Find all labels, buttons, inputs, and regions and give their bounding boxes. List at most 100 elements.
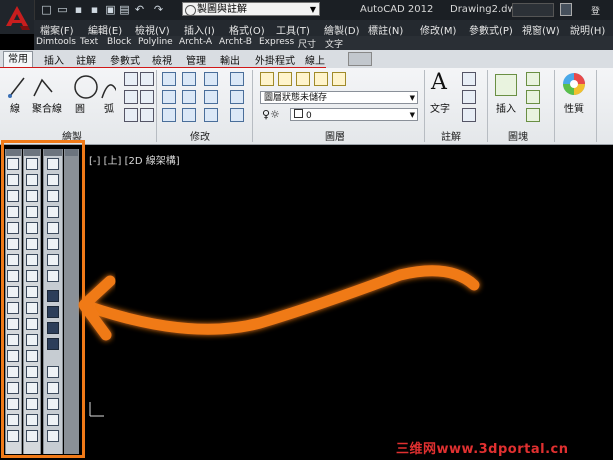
redo-icon[interactable]: ↷ <box>152 3 165 16</box>
tab-home[interactable]: 常用 <box>3 51 33 68</box>
copy-icon[interactable] <box>162 90 176 104</box>
region-icon[interactable] <box>140 108 154 122</box>
rotate-icon[interactable] <box>182 72 196 86</box>
layer-unisolate-icon[interactable] <box>296 72 310 86</box>
menu-bar: 檔案(F) 編輯(E) 檢視(V) 插入(I) 格式(O) 工具(T) 繪製(D… <box>34 20 613 37</box>
save-icon[interactable]: ▪ <box>72 3 85 16</box>
menu-text-cn[interactable]: 文字 <box>325 37 343 50</box>
dimension-icon[interactable] <box>462 72 476 86</box>
user-icon[interactable] <box>560 3 572 16</box>
menu-window[interactable]: 視窗(W) <box>522 22 560 37</box>
save-as-icon[interactable]: ▪ <box>88 3 101 16</box>
application-button[interactable] <box>0 0 35 34</box>
boundary-icon[interactable] <box>140 90 154 104</box>
trim-icon[interactable] <box>204 72 218 86</box>
layer-state-dropdown[interactable]: 圖層狀態未儲存 ▼ <box>260 91 418 104</box>
gradient-icon[interactable] <box>140 72 154 86</box>
layer-off-icon[interactable] <box>332 72 346 86</box>
panel-title-block[interactable]: 圖塊 <box>508 128 528 143</box>
tab-view[interactable]: 檢視 <box>152 52 172 67</box>
layer-isolate-icon[interactable] <box>278 72 292 86</box>
menu-modify[interactable]: 修改(M) <box>420 22 456 37</box>
plot-icon[interactable]: ▣ <box>104 3 117 16</box>
tab-insert[interactable]: 插入 <box>44 52 64 67</box>
menu-parametric[interactable]: 參數式(P) <box>469 22 513 37</box>
print-icon[interactable]: ▤ <box>118 3 131 16</box>
polyline-button[interactable]: 聚合線 <box>32 100 62 115</box>
tab-output[interactable]: 輸出 <box>220 52 240 67</box>
line-button[interactable]: 線 <box>10 100 20 115</box>
multileader-icon[interactable] <box>462 90 476 104</box>
fillet-icon[interactable] <box>204 90 218 104</box>
panel-title-annotation[interactable]: 註解 <box>441 128 461 143</box>
menu-dimension[interactable]: 標註(N) <box>368 22 403 37</box>
menu-express[interactable]: Express <box>259 37 294 47</box>
open-file-icon[interactable]: ▭ <box>56 3 69 16</box>
tab-online[interactable]: 線上 <box>305 52 325 67</box>
layer-properties-icon[interactable] <box>260 72 274 86</box>
minimize-ribbon-button[interactable] <box>348 52 372 66</box>
ucs-icon <box>89 402 104 417</box>
menu-archt-b[interactable]: Archt-B <box>219 37 252 47</box>
circle-button[interactable]: 圓 <box>75 100 85 115</box>
panel-separator <box>554 70 555 142</box>
insert-block-icon[interactable] <box>495 74 517 96</box>
tab-manage[interactable]: 管理 <box>186 52 206 67</box>
orange-arrow-annotation <box>78 265 480 341</box>
menu-block[interactable]: Block <box>107 37 131 47</box>
panel-title-modify[interactable]: 修改 <box>190 128 210 143</box>
menu-archt-a[interactable]: Archt-A <box>179 37 212 47</box>
mirror-icon[interactable] <box>182 90 196 104</box>
layer-state-value: 圖層狀態未儲存 <box>264 93 328 103</box>
menu-insert[interactable]: 插入(I) <box>184 22 215 37</box>
panel-separator <box>487 70 488 142</box>
color-wheel-icon[interactable] <box>562 72 586 96</box>
menu-view[interactable]: 檢視(V) <box>135 22 170 37</box>
block-attribute-icon[interactable] <box>526 108 540 122</box>
menu-dimtools[interactable]: Dimtools <box>36 37 76 47</box>
undo-icon[interactable]: ↶ <box>133 3 146 16</box>
tab-annotate[interactable]: 註解 <box>76 52 96 67</box>
app-name: AutoCAD 2012 <box>360 4 434 15</box>
menu-draw[interactable]: 繪製(D) <box>324 22 360 37</box>
workspace-selector[interactable]: 製圖與註解 ▼ <box>182 2 320 16</box>
line-icon <box>9 77 25 97</box>
menu-tools[interactable]: 工具(T) <box>276 22 310 37</box>
menu-format[interactable]: 格式(O) <box>229 22 265 37</box>
menu-edit[interactable]: 編輯(E) <box>88 22 122 37</box>
line-icon-endpoint <box>8 94 12 98</box>
array-icon[interactable] <box>204 108 218 122</box>
rectangle-icon[interactable] <box>124 72 138 86</box>
scale-icon[interactable] <box>182 108 196 122</box>
viewport-controls-label[interactable]: [-] [上] [2D 線架構] <box>89 152 180 167</box>
arc-button[interactable]: 弧 <box>104 100 114 115</box>
menu-file[interactable]: 檔案(F) <box>40 22 74 37</box>
chevron-down-icon: ▼ <box>409 111 415 119</box>
text-button[interactable]: 文字 <box>430 100 450 115</box>
panel-title-layers[interactable]: 圖層 <box>325 128 345 143</box>
explode-icon[interactable] <box>230 90 244 104</box>
move-icon[interactable] <box>162 72 176 86</box>
edit-block-icon[interactable] <box>526 90 540 104</box>
search-box[interactable] <box>512 3 554 17</box>
menu-dimension-cn[interactable]: 尺寸 <box>298 37 316 50</box>
menu-help[interactable]: 說明(H) <box>570 22 605 37</box>
insert-button[interactable]: 插入 <box>496 100 516 115</box>
create-block-icon[interactable] <box>526 72 540 86</box>
erase-icon[interactable] <box>230 72 244 86</box>
new-file-icon[interactable]: □ <box>40 3 53 16</box>
tab-plugins[interactable]: 外掛程式 <box>255 52 295 67</box>
layer-dropdown[interactable]: 0 ▼ <box>290 108 418 121</box>
menu-polyline[interactable]: Polyline <box>138 37 173 47</box>
offset-icon[interactable] <box>230 108 244 122</box>
stretch-icon[interactable] <box>162 108 176 122</box>
layer-freeze-icon[interactable] <box>314 72 328 86</box>
menu-text[interactable]: Text <box>80 37 98 47</box>
ellipse-icon[interactable] <box>124 108 138 122</box>
table-icon[interactable] <box>462 108 476 122</box>
circle-icon <box>74 75 98 99</box>
properties-button[interactable]: 性質 <box>564 100 584 115</box>
lightbulb-icon: ♀☼ <box>262 108 280 121</box>
hatch-icon[interactable] <box>124 90 138 104</box>
tab-parametric[interactable]: 參數式 <box>110 52 140 67</box>
